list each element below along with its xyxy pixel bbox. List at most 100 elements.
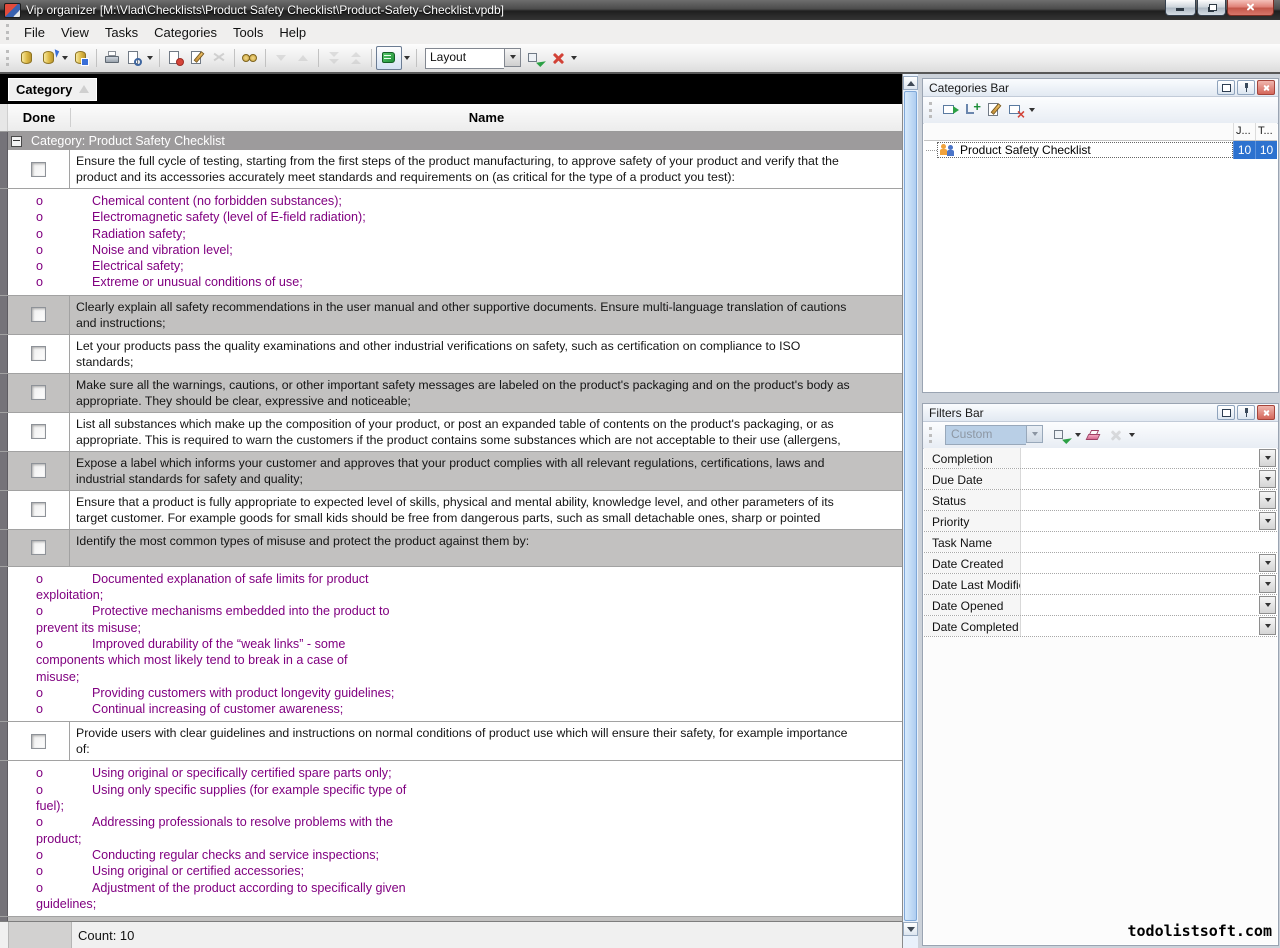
task-checkbox[interactable]	[31, 162, 46, 177]
task-row[interactable]: Ensure the full cycle of testing, starti…	[0, 150, 902, 189]
menu-item-view[interactable]: View	[53, 22, 97, 43]
subitem-line: oUsing only specific supplies (for examp…	[8, 782, 902, 798]
filter-dropdown-button[interactable]	[1259, 617, 1276, 635]
filter-value-field[interactable]	[1021, 574, 1277, 594]
open-database-button[interactable]	[38, 47, 60, 69]
menu-item-categories[interactable]: Categories	[146, 22, 225, 43]
task-checkbox[interactable]	[31, 424, 46, 439]
view-layout-dropdown-caret[interactable]	[402, 47, 412, 69]
subitems-row[interactable]: oChemical content (no forbidden substanc…	[0, 189, 902, 296]
apply-layout-button[interactable]	[525, 47, 547, 69]
filter-value-field[interactable]	[1021, 532, 1277, 552]
filter-value-field[interactable]	[1021, 616, 1277, 636]
bullet: o	[36, 603, 92, 619]
filters-close-button[interactable]	[1257, 405, 1275, 420]
filter-rows: CompletionDue DateStatusPriorityTask Nam…	[924, 448, 1277, 638]
edit-task-button[interactable]	[186, 47, 208, 69]
move-to-bottom-icon	[325, 50, 343, 66]
filter-value-field[interactable]	[1021, 511, 1277, 531]
filter-value-field[interactable]	[1021, 553, 1277, 573]
menu-item-tools[interactable]: Tools	[225, 22, 271, 43]
categories-pin-button[interactable]	[1237, 80, 1255, 95]
delete-category-button[interactable]	[1005, 99, 1027, 121]
new-category-button[interactable]	[939, 99, 961, 121]
filter-dropdown-button[interactable]	[1259, 554, 1276, 572]
delete-category-dropdown-caret[interactable]	[1027, 99, 1037, 121]
filter-value-field[interactable]	[1021, 448, 1277, 468]
collapse-icon[interactable]	[11, 136, 22, 147]
category-group-row[interactable]: Category: Product Safety Checklist	[0, 132, 902, 151]
apply-filter-button[interactable]	[1051, 424, 1073, 446]
scrollbar-thumb[interactable]	[904, 91, 917, 921]
task-row[interactable]: Provide users with clear guidelines and …	[0, 722, 902, 761]
open-database-dropdown-caret[interactable]	[60, 47, 70, 69]
filter-dropdown-button[interactable]	[1259, 491, 1276, 509]
categories-close-button[interactable]	[1257, 80, 1275, 95]
menu-item-help[interactable]: Help	[271, 22, 314, 43]
filters-restore-button[interactable]	[1217, 405, 1235, 420]
apply-filter-dropdown-caret[interactable]	[1073, 424, 1083, 446]
print-preview-button[interactable]	[123, 47, 145, 69]
task-checkbox[interactable]	[31, 307, 46, 322]
subitems-row[interactable]: oUsing original or specifically certifie…	[0, 761, 902, 917]
filter-value-field[interactable]	[1021, 595, 1277, 615]
task-row[interactable]: Let your products pass the quality exami…	[0, 335, 902, 374]
scroll-up-button[interactable]	[903, 76, 918, 90]
column-header-done[interactable]: Done	[8, 110, 70, 125]
save-database-button[interactable]	[70, 47, 92, 69]
category-item-focus[interactable]: Product Safety Checklist	[937, 142, 1233, 158]
minimize-button[interactable]	[1165, 0, 1196, 16]
delete-layout-button[interactable]	[547, 47, 569, 69]
find-button[interactable]	[239, 47, 261, 69]
category-list-item[interactable]: Product Safety Checklist 10 10	[924, 141, 1277, 159]
task-row[interactable]: Make sure all the warnings, cautions, or…	[0, 374, 902, 413]
menu-item-file[interactable]: File	[16, 22, 53, 43]
task-checkbox[interactable]	[31, 463, 46, 478]
edit-category-button[interactable]	[983, 99, 1005, 121]
print-preview-dropdown-caret[interactable]	[145, 47, 155, 69]
filters-pin-button[interactable]	[1237, 405, 1255, 420]
menu-item-tasks[interactable]: Tasks	[97, 22, 146, 43]
task-checkbox[interactable]	[31, 734, 46, 749]
add-task-button[interactable]	[164, 47, 186, 69]
task-checkbox[interactable]	[31, 346, 46, 361]
filter-dropdown-button[interactable]	[1259, 449, 1276, 467]
view-layout-button[interactable]	[376, 46, 402, 70]
close-button[interactable]	[1227, 0, 1274, 16]
print-button[interactable]	[101, 47, 123, 69]
clear-filter-button[interactable]	[1083, 424, 1105, 446]
task-checkbox[interactable]	[31, 540, 46, 555]
filter-preset-combobox[interactable]: Custom	[945, 425, 1043, 445]
chevron-down-icon	[1265, 477, 1271, 481]
subitem-text: misuse;	[36, 670, 79, 684]
vertical-scrollbar[interactable]	[903, 74, 918, 948]
delete-filter-dropdown-caret[interactable]	[1127, 424, 1137, 446]
group-tab-category[interactable]: Category	[8, 78, 97, 101]
filter-dropdown-button[interactable]	[1259, 512, 1276, 530]
layout-combobox-dropdown-button[interactable]	[504, 48, 521, 67]
add-subcategory-button[interactable]	[961, 99, 983, 121]
task-row[interactable]: Ensure that a product is fully appropria…	[0, 491, 902, 530]
filter-dropdown-button[interactable]	[1259, 470, 1276, 488]
task-checkbox[interactable]	[31, 502, 46, 517]
subitems-row[interactable]: oDocumented explanation of safe limits f…	[0, 567, 902, 723]
filter-value-field[interactable]	[1021, 469, 1277, 489]
filter-dropdown-button[interactable]	[1259, 596, 1276, 614]
restore-button[interactable]	[1197, 0, 1226, 16]
task-row[interactable]: List all substances which make up the co…	[0, 413, 902, 452]
layout-combobox[interactable]: Layout	[425, 48, 521, 69]
task-checkbox[interactable]	[31, 385, 46, 400]
categories-column-t[interactable]: T...	[1255, 123, 1277, 140]
delete-layout-dropdown-caret[interactable]	[569, 47, 579, 69]
filter-dropdown-button[interactable]	[1259, 575, 1276, 593]
scroll-down-button[interactable]	[903, 922, 918, 936]
column-header-name[interactable]: Name	[71, 110, 902, 125]
filter-preset-dropdown-button[interactable]	[1026, 425, 1043, 443]
task-row[interactable]: Identify the most common types of misuse…	[0, 530, 902, 567]
categories-restore-button[interactable]	[1217, 80, 1235, 95]
task-row[interactable]: Expose a label which informs your custom…	[0, 452, 902, 491]
new-database-button[interactable]	[16, 47, 38, 69]
task-row[interactable]: Clearly explain all safety recommendatio…	[0, 296, 902, 335]
filter-value-field[interactable]	[1021, 490, 1277, 510]
categories-column-j[interactable]: J...	[1233, 123, 1255, 140]
